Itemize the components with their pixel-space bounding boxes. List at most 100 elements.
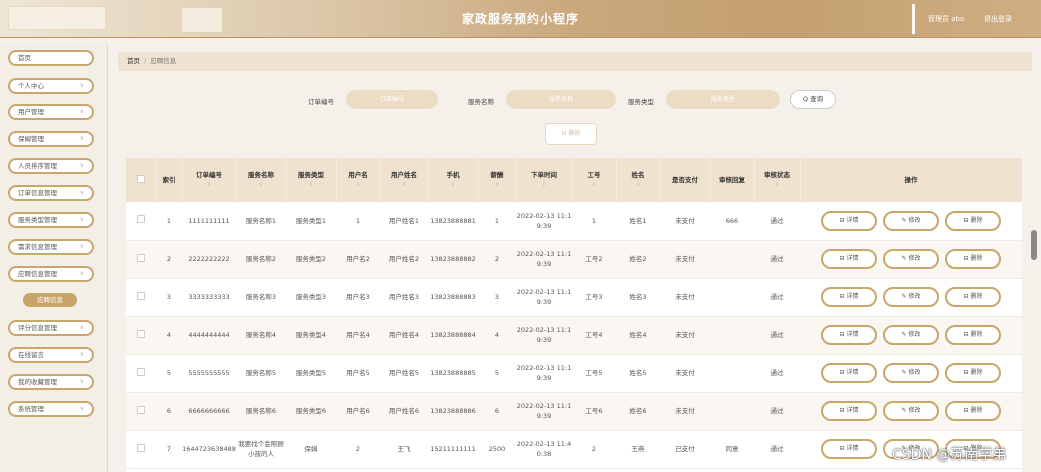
row-checkbox[interactable] <box>137 443 145 452</box>
table-cell: 2500 <box>478 430 516 469</box>
table-cell: 5 <box>478 354 516 393</box>
batch-delete-button[interactable]: ⊟ 删除 <box>545 123 597 145</box>
row-checkbox[interactable] <box>137 329 145 338</box>
row-checkbox[interactable] <box>137 215 145 224</box>
delete-button[interactable]: ⊟ 删除 <box>945 401 1001 421</box>
order-number-input[interactable]: 订单编号 <box>346 90 438 109</box>
sidebar-item-11[interactable]: 在线留言 ∨ <box>8 347 94 363</box>
table-cell: 未支付 <box>660 316 710 355</box>
logout-link[interactable]: 退出登录 <box>984 14 1012 24</box>
sort-icon[interactable]: ⇕ <box>517 180 572 190</box>
sidebar-item-label: 保姆管理 <box>18 135 44 143</box>
edit-button[interactable]: ✎ 修改 <box>883 325 939 345</box>
table-cell: 工号4 <box>572 316 616 355</box>
sidebar-item-13[interactable]: 系统管理 ∨ <box>8 401 94 417</box>
service-name-input[interactable]: 服务名称 <box>506 90 616 109</box>
sidebar-item-label: 需求信息管理 <box>18 243 57 251</box>
table-cell: 13823888884 <box>428 316 478 355</box>
table-cell[interactable] <box>126 354 156 393</box>
sort-icon[interactable]: ⇕ <box>479 180 516 190</box>
sidebar-item-label: 个人中心 <box>18 82 44 90</box>
sort-icon[interactable]: ⇕ <box>429 180 478 190</box>
table-cell: 1 <box>572 202 616 241</box>
sort-icon[interactable]: ⇕ <box>183 180 236 190</box>
sidebar-item-8[interactable]: 需求信息管理 ∨ <box>8 239 94 255</box>
sidebar-item-label: 首页 <box>18 54 31 62</box>
sidebar-item-2[interactable]: 个人中心 ∨ <box>8 78 94 94</box>
table-row: 1 1111111111 服务名称1 服务类型1 1 用户姓名1 13823888881 1 2… <box>126 202 1022 241</box>
table-cell[interactable] <box>126 202 156 241</box>
edit-button[interactable]: ✎ 修改 <box>883 287 939 307</box>
detail-button[interactable]: ⊟ 详情 <box>821 210 877 231</box>
edit-button[interactable]: ✎ 修改 <box>883 210 939 231</box>
service-type-input[interactable]: 服务类型 <box>666 90 780 109</box>
row-checkbox[interactable] <box>137 253 145 262</box>
delete-button[interactable]: ⊟ 删除 <box>945 325 1001 345</box>
table-cell[interactable] <box>126 430 156 469</box>
sidebar-item-5[interactable]: 人员排序管理 ∨ <box>8 158 94 174</box>
table-cell: 4 <box>478 316 516 355</box>
column-header-label: 姓名 <box>631 171 645 179</box>
breadcrumb-home[interactable]: 首页 <box>127 57 140 65</box>
sidebar-subitem-active[interactable]: 应聘信息 <box>23 293 77 307</box>
table-cell: 保姆 <box>286 430 336 469</box>
delete-button[interactable]: ⊟ 删除 <box>945 210 1001 231</box>
table-body: 1 1111111111 服务名称1 服务类型1 1 用户姓名1 13823888881 1 2… <box>126 202 1022 469</box>
sidebar-item-6[interactable]: 订单信息管理 ∨ <box>8 185 94 201</box>
table-cell: 2 <box>478 240 516 279</box>
table-cell: 3 <box>478 278 516 317</box>
detail-button[interactable]: ⊟ 详情 <box>821 287 877 307</box>
detail-button[interactable]: ⊟ 详情 <box>821 439 877 459</box>
sort-icon[interactable]: ⇕ <box>337 180 380 190</box>
sidebar-item-4[interactable]: 保姆管理 ∨ <box>8 131 94 147</box>
sort-icon[interactable]: ⇕ <box>381 180 428 190</box>
sort-icon[interactable]: ⇕ <box>573 180 616 190</box>
table-cell[interactable] <box>126 278 156 317</box>
column-header[interactable] <box>126 158 157 202</box>
select-all-checkbox[interactable] <box>136 174 145 183</box>
sidebar-item-10[interactable]: 评分信息管理 ∨ <box>8 320 94 336</box>
row-checkbox[interactable] <box>137 291 145 300</box>
delete-button[interactable]: ⊟ 删除 <box>945 363 1001 383</box>
table-cell: 4444444444 <box>182 316 236 355</box>
sidebar-item-1[interactable]: 首页 <box>8 50 94 66</box>
delete-button[interactable]: ⊟ 删除 <box>945 249 1001 269</box>
sidebar-item-7[interactable]: 服务类型管理 ∨ <box>8 212 94 228</box>
detail-button[interactable]: ⊟ 详情 <box>821 401 877 421</box>
table-cell: 用户姓名1 <box>380 202 428 241</box>
detail-button[interactable]: ⊟ 详情 <box>821 363 877 383</box>
sidebar-item-3[interactable]: 用户管理 ∨ <box>8 104 94 120</box>
table-cell: 服务类型1 <box>286 202 336 241</box>
table-cell[interactable] <box>126 316 156 355</box>
sidebar-item-12[interactable]: 我的收藏管理 ∨ <box>8 374 94 390</box>
data-table: 索引 订单编号 ⇕ 服务名称 ⇕ 服务类型 ⇕ 用户名 ⇕ 用户姓名 ⇕ 手机 ⇕ 薪酬 ⇕ 下单时间 ⇕ 工号 ⇕… <box>126 158 1022 472</box>
table-cell: 2022-02-13 11:19:39 <box>516 240 572 279</box>
scrollbar[interactable] <box>1031 230 1037 260</box>
edit-button[interactable]: ✎ 修改 <box>883 401 939 421</box>
sort-icon[interactable]: ⇕ <box>617 180 660 190</box>
detail-button[interactable]: ⊟ 详情 <box>821 249 877 269</box>
table-cell: 服务名称6 <box>236 392 286 431</box>
chevron-down-icon: ∨ <box>79 270 84 277</box>
table-cell: 6 <box>156 392 182 431</box>
row-checkbox[interactable] <box>137 405 145 414</box>
table-cell <box>710 316 754 355</box>
detail-button[interactable]: ⊟ 详情 <box>821 325 877 345</box>
sidebar-item-9[interactable]: 应聘信息管理 ∨ <box>8 266 94 282</box>
sort-icon[interactable]: ⇕ <box>755 180 800 190</box>
sort-icon[interactable]: ⇕ <box>237 180 286 190</box>
sidebar-item-label: 我的收藏管理 <box>18 378 57 386</box>
row-checkbox[interactable] <box>137 367 145 376</box>
edit-button[interactable]: ✎ 修改 <box>883 249 939 269</box>
table-cell: 7 <box>156 430 182 469</box>
table-cell[interactable] <box>126 392 156 431</box>
table-cell[interactable] <box>126 240 156 279</box>
header-divider <box>912 4 915 34</box>
table-cell: 用户名5 <box>336 354 380 393</box>
delete-button[interactable]: ⊟ 删除 <box>945 287 1001 307</box>
edit-button[interactable]: ✎ 修改 <box>883 363 939 383</box>
table-cell: 3 <box>156 278 182 317</box>
table-cell <box>710 392 754 431</box>
search-button[interactable]: Q 查询 <box>790 90 836 109</box>
sort-icon[interactable]: ⇕ <box>287 180 336 190</box>
